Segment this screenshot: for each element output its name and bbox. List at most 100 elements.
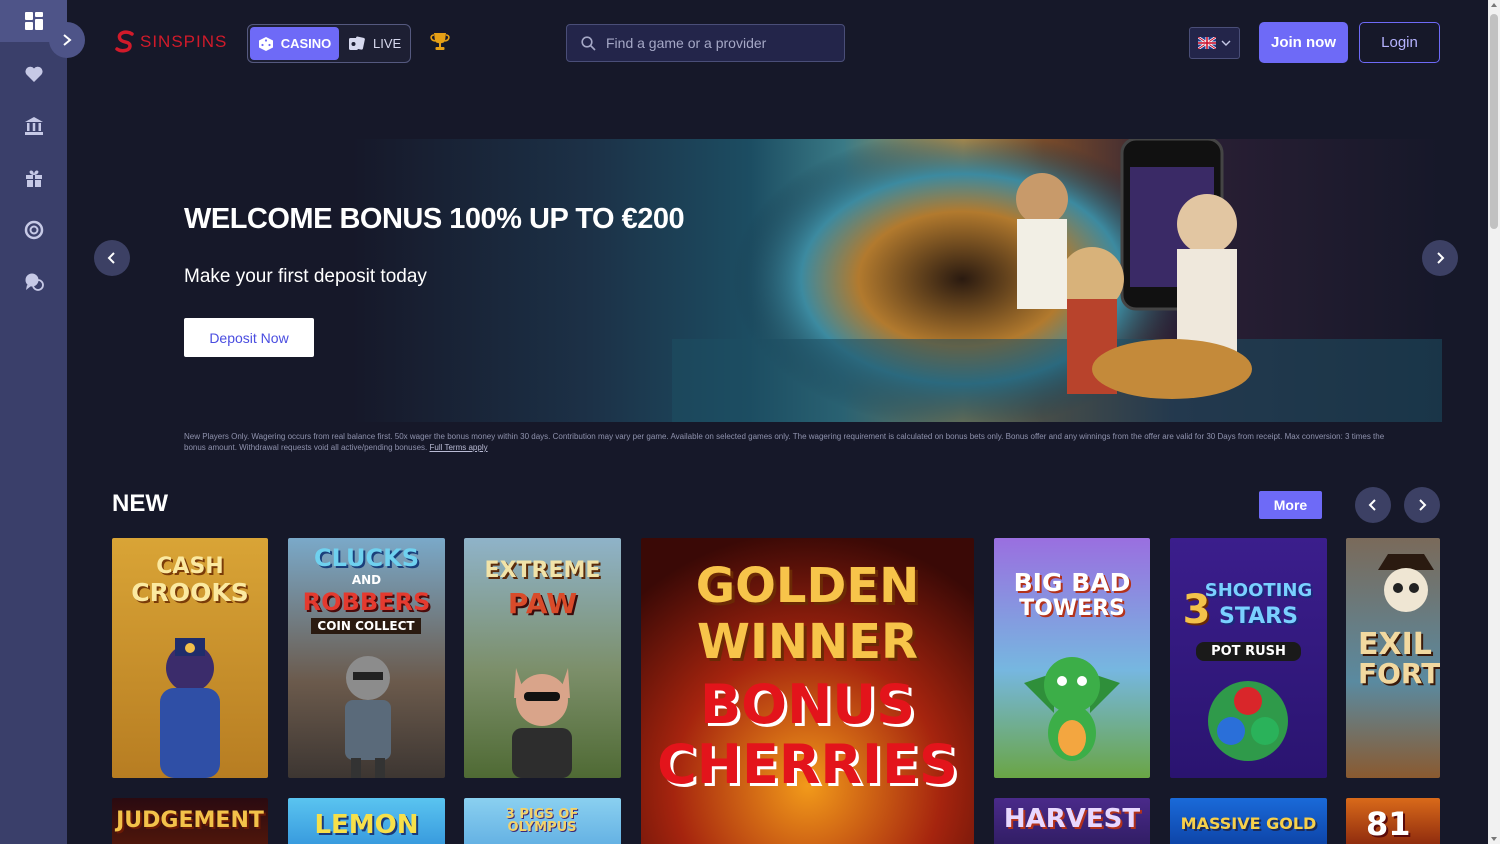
deposit-now-button[interactable]: Deposit Now [184, 318, 314, 357]
search-bar[interactable] [566, 24, 845, 62]
scroll-down-icon[interactable] [1491, 837, 1497, 841]
language-selector[interactable] [1189, 27, 1240, 59]
game-title-line2: FORTU [1358, 657, 1440, 690]
game-title-line1: CASH [156, 554, 224, 579]
game-tile-3-pigs-of-olympus[interactable]: 3 PIGS OF OLYMPUS [464, 798, 621, 844]
dice-icon [258, 36, 273, 51]
chevron-right-icon [1419, 499, 1427, 511]
games-prev-button[interactable] [1355, 487, 1391, 523]
game-title-line3: STARS [1219, 604, 1298, 629]
game-title-line2: PAW [507, 587, 578, 620]
site-logo[interactable]: SINSPINS [114, 30, 227, 54]
game-title-line3: BONUS [700, 673, 915, 736]
game-tile-harvest[interactable]: HARVEST [994, 798, 1150, 844]
games-next-button[interactable] [1404, 487, 1440, 523]
cards-icon [349, 36, 365, 50]
gems-art [1208, 681, 1288, 761]
game-tile-extreme-paw[interactable]: EXTREME PAW [464, 538, 621, 778]
casino-live-switch: CASINO LIVE [247, 24, 411, 63]
pirate-skull-art [1378, 554, 1434, 612]
game-title-line1: BIG BAD [1013, 568, 1131, 597]
game-title-line3: ROBBERS [302, 588, 431, 616]
game-title-line2: WINNER [697, 614, 918, 670]
login-button[interactable]: Login [1359, 22, 1440, 63]
game-tile-cash-crooks[interactable]: CASH CROOKS [112, 538, 268, 778]
heart-icon [24, 66, 43, 82]
game-tile-3-shooting-stars[interactable]: 3 SHOOTING STARS POT RUSH [1170, 538, 1327, 778]
game-tile-judgement[interactable]: JUDGEMENT [112, 798, 268, 844]
logo-text: SINSPINS [140, 32, 228, 51]
banner-prev-button[interactable] [94, 240, 130, 276]
chevron-left-icon [1368, 499, 1376, 511]
game-title: HARVEST [1003, 804, 1141, 834]
game-title: 81 [1366, 805, 1411, 843]
sidebar-item-promotions[interactable] [0, 157, 67, 199]
sidebar-expand-button[interactable] [49, 22, 85, 58]
bank-icon [24, 117, 43, 135]
lifebuoy-icon [24, 220, 43, 240]
sidebar [0, 0, 67, 844]
game-title-line1: CLUCKS [313, 544, 420, 572]
sphynx-cat-art [512, 668, 572, 778]
banner-title: WELCOME BONUS 100% UP TO €200 [184, 203, 685, 235]
section-title-new: NEW [112, 490, 168, 517]
sidebar-item-support[interactable] [0, 209, 67, 251]
sidebar-item-bank[interactable] [0, 105, 67, 147]
full-terms-link[interactable]: Full Terms apply [430, 443, 488, 452]
sidebar-item-favorites[interactable] [0, 53, 67, 95]
game-tile-massive-gold[interactable]: MASSIVE GOLD [1170, 798, 1327, 844]
game-title: LEMON [314, 810, 419, 840]
tab-casino-label: CASINO [280, 36, 332, 51]
game-title-line4: COIN COLLECT [311, 618, 421, 634]
search-icon [581, 35, 596, 51]
scroll-up-icon[interactable] [1491, 3, 1497, 7]
policeman-art [160, 638, 220, 778]
banner-subtitle: Make your first deposit today [184, 266, 427, 287]
game-tile-exiled-fortune[interactable]: EXIL FORTU [1346, 538, 1440, 778]
game-title-line1: EXIL [1358, 627, 1432, 662]
game-title-line2: CROOKS [131, 578, 249, 607]
gift-icon [25, 170, 42, 187]
game-title-line4: CHERRIES [657, 733, 958, 796]
game-title-line2: AND [351, 573, 382, 587]
main-content: SINSPINS CASINO LIVE Join now Login [67, 0, 1488, 844]
game-title-line2: SHOOTING [1204, 580, 1313, 601]
game-title: MASSIVE GOLD [1180, 814, 1317, 833]
chevron-right-icon [63, 34, 72, 46]
chevron-down-icon [1221, 40, 1231, 46]
game-tile-golden-winner-bonus-cherries[interactable]: GOLDEN WINNER BONUS CHERRIES [641, 538, 974, 844]
tab-live-label: LIVE [373, 36, 402, 51]
game-title: JUDGEMENT [116, 808, 264, 833]
raccoon-art [345, 656, 391, 778]
chevron-left-icon [107, 252, 115, 264]
game-tile-clucks-and-robbers[interactable]: CLUCKS AND ROBBERS COIN COLLECT [288, 538, 445, 778]
tab-live[interactable]: LIVE [348, 27, 401, 60]
tournaments-button[interactable] [429, 31, 451, 58]
search-input[interactable] [606, 35, 826, 51]
bonus-terms: New Players Only. Wagering occurs from r… [184, 431, 1394, 453]
banner-next-button[interactable] [1422, 240, 1458, 276]
game-title: 3 PIGS OF OLYMPUS [505, 807, 579, 835]
page-scrollbar[interactable] [1488, 0, 1500, 844]
dashboard-icon [24, 12, 43, 30]
game-tile-81[interactable]: 81 [1346, 798, 1440, 844]
dragon-art [1024, 657, 1120, 761]
trophy-icon [430, 33, 450, 50]
scrollbar-thumb[interactable] [1490, 14, 1498, 229]
logo-s-icon [115, 30, 134, 53]
game-title-line1: EXTREME [484, 558, 601, 583]
game-title-line2: TOWERS [1019, 596, 1125, 621]
sidebar-item-help[interactable] [0, 261, 67, 303]
banner-artwork [672, 139, 1442, 422]
tab-casino[interactable]: CASINO [250, 27, 339, 60]
game-title-line1: GOLDEN [695, 558, 920, 614]
more-button[interactable]: More [1259, 491, 1322, 519]
terms-text-1: New Players Only. Wagering occurs from r… [184, 432, 1174, 441]
join-now-button[interactable]: Join now [1259, 22, 1348, 63]
uk-flag-icon [1198, 37, 1216, 49]
game-tile-big-bad-towers[interactable]: BIG BAD TOWERS [994, 538, 1150, 778]
chevron-right-icon [1437, 252, 1445, 264]
chat-help-icon [25, 273, 44, 291]
game-title-line4: POT RUSH [1196, 642, 1301, 661]
game-tile-lemon[interactable]: LEMON [288, 798, 445, 844]
